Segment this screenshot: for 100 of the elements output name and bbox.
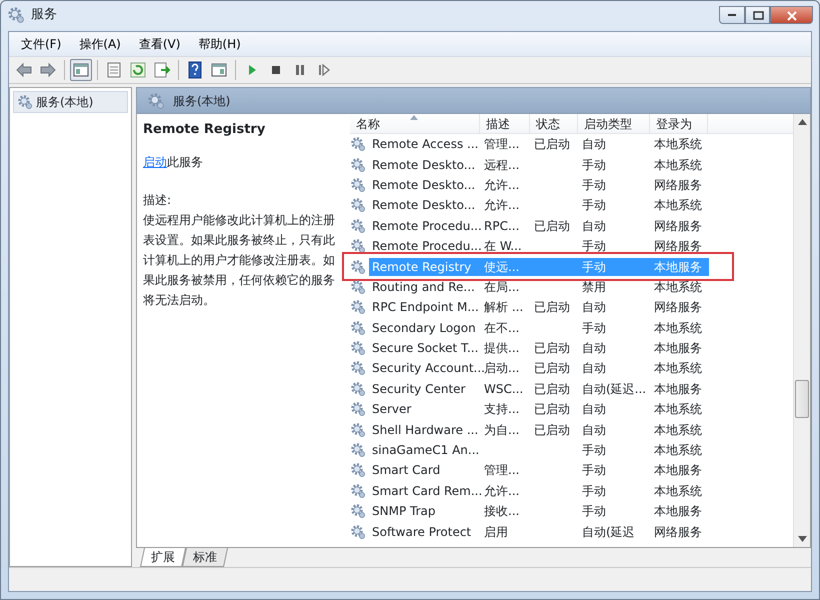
tree-item[interactable]: 服务(本地) — [13, 91, 128, 113]
table-row[interactable]: Secure Socket T... 提供... 已启动 自动 本地服务 — [350, 338, 793, 358]
table-row[interactable]: Shell Hardware ... 为自... 已启动 自动 本地系统 — [350, 419, 793, 440]
table-cell-text: 本地系统 — [653, 197, 703, 214]
gear-icon — [350, 299, 366, 316]
start-link[interactable]: 启动 — [143, 155, 167, 169]
table-cell-text: Smart Card Rem... — [371, 482, 481, 500]
table-cell-text: 本地系统 — [653, 442, 703, 460]
column-header[interactable]: 状态 — [530, 114, 578, 133]
menu-item[interactable]: 文件(F) — [13, 34, 70, 54]
table-row[interactable]: Routing and Re... 在局... 禁用 本地系统 — [350, 276, 793, 298]
table-row[interactable]: Software Protect 启用 自动(延迟 网络服务 — [350, 521, 793, 542]
table-row[interactable]: sinaGameC1 An... 手动 本地系统 — [350, 440, 793, 460]
gear-icon — [350, 503, 366, 520]
menu-item[interactable]: 查看(V) — [130, 34, 188, 54]
table-row[interactable]: Security Account...启动... 已启动 自动 本地系统 — [350, 358, 793, 379]
table-cell-text: 解析 ... — [483, 299, 524, 316]
table-row[interactable]: Remote Access ... 管理... 已启动 自动 本地系统 — [350, 134, 793, 154]
table-cell-text: RPC... — [483, 218, 520, 235]
gear-icon — [350, 524, 366, 540]
table-row[interactable]: SNMP Trap 接收... 手动 本地服务 — [350, 501, 793, 522]
table-cell-text: Server — [371, 401, 412, 418]
table-row[interactable]: Smart Card Rem...允许... 手动 本地系统 — [350, 480, 793, 502]
scrollbar-thumb[interactable] — [795, 380, 809, 418]
table-cell-text: 在 W... — [483, 238, 523, 256]
table-cell-text: 启用 — [483, 524, 509, 541]
table-row[interactable]: Remote Deskto... 允许... 手动 网络服务 — [350, 174, 793, 196]
table-cell-text: 自动 — [581, 401, 607, 418]
tab[interactable]: 扩展 — [140, 548, 186, 567]
close-icon — [784, 9, 798, 21]
table-cell-text: 本地系统 — [653, 482, 703, 500]
table-cell-text: 允许... — [483, 197, 520, 214]
table-cell-text: 本地系统 — [653, 401, 703, 418]
table-cell-text: 已启动 — [533, 218, 571, 235]
gear-icon — [350, 482, 366, 499]
table-cell-text: 支持... — [483, 401, 520, 418]
table-row[interactable]: Security Center WSC... 已启动 自动(延迟... 本地服务 — [350, 378, 793, 400]
table-row[interactable]: Smart Card 管理... 手动 本地服务 — [350, 460, 793, 481]
table-cell-text: 本地系统 — [653, 360, 703, 378]
table-cell-text: 已启动 — [533, 380, 571, 398]
menu-item[interactable]: 帮助(H) — [190, 34, 249, 54]
table-cell-text: 本地服务 — [653, 340, 703, 358]
table-cell-text: Remote Access ... — [371, 136, 480, 154]
maximize-button[interactable] — [745, 6, 770, 24]
gear-icon — [350, 278, 366, 295]
gear-icon — [350, 238, 366, 254]
table-cell-text: 已启动 — [533, 422, 571, 439]
table-cell-text: 网络服务 — [653, 299, 703, 316]
close-button[interactable] — [770, 6, 813, 24]
table-cell-text: 允许... — [483, 176, 520, 194]
table-cell: 手动 — [579, 258, 651, 276]
table-row[interactable]: Remote Procedu... RPC... 已启动 自动 网络服务 — [350, 216, 793, 236]
gear-icon — [350, 320, 366, 336]
column-header[interactable]: 名称 — [350, 114, 480, 133]
table-row[interactable]: Server 支持... 已启动 自动 本地系统 — [350, 399, 793, 420]
scroll-down-icon[interactable] — [798, 536, 806, 542]
table-row[interactable]: Remote Procedu... 在 W... 手动 网络服务 — [350, 236, 793, 256]
table-cell-text: 已启动 — [533, 299, 571, 316]
minimize-icon — [728, 14, 736, 16]
table-cell-text: 已启动 — [533, 136, 571, 154]
table-cell-text: 网络服务 — [653, 524, 703, 541]
column-header[interactable]: 描述 — [480, 114, 530, 133]
gear-icon — [350, 176, 366, 193]
table-cell-text: RPC Endpoint M... — [371, 299, 480, 316]
minimize-button[interactable] — [719, 6, 745, 24]
menu-item[interactable]: 操作(A) — [71, 34, 129, 54]
tab[interactable]: 标准 — [182, 548, 228, 567]
scroll-up-icon[interactable] — [798, 119, 806, 125]
sort-arrow-icon — [410, 115, 418, 120]
table-cell-text: 自动 — [581, 360, 607, 378]
table-cell-text: Shell Hardware ... — [371, 422, 480, 439]
scrollbar[interactable] — [793, 114, 810, 547]
gear-icon — [350, 462, 366, 478]
table-cell-text: 网络服务 — [653, 218, 703, 235]
gear-icon — [147, 92, 165, 110]
column-header[interactable]: 启动类型 — [578, 114, 650, 133]
table-row[interactable]: Secondary Logon 在不... 手动 本地系统 — [350, 318, 793, 338]
console-tree-icon[interactable] — [70, 59, 92, 81]
table-row[interactable]: Remote Deskto... 允许... 手动 本地系统 — [350, 195, 793, 216]
table-cell-text: 手动 — [581, 320, 607, 337]
gear-icon — [350, 218, 366, 234]
gear-icon — [350, 360, 366, 376]
table-row[interactable]: Remote Deskto... 远程... 手动 本地系统 — [350, 154, 793, 175]
table-cell-text: 已启动 — [533, 360, 571, 378]
table-cell: Remote Registry — [369, 258, 481, 276]
table-cell-text: sinaGameC1 An... — [371, 442, 480, 460]
table-cell-text: 手动 — [581, 197, 607, 214]
table-cell-text: 在不... — [483, 320, 520, 337]
table-cell-text: 本地系统 — [653, 422, 703, 439]
table-cell: 使远... — [481, 258, 531, 276]
table-cell-text: 手动 — [581, 238, 607, 256]
table-cell-text: 已启动 — [533, 340, 571, 358]
maximize-icon — [750, 9, 764, 21]
table-cell-text: WSC... — [483, 380, 524, 398]
table-cell-text: Secondary Logon — [371, 320, 477, 337]
table-cell-text: 自动 — [581, 299, 607, 316]
gear-icon — [350, 136, 366, 152]
table-cell-text: 本地系统 — [653, 320, 703, 337]
table-row[interactable]: RPC Endpoint M... 解析 ... 已启动 自动 网络服务 — [350, 297, 793, 318]
column-header[interactable]: 登录为 — [650, 114, 708, 133]
